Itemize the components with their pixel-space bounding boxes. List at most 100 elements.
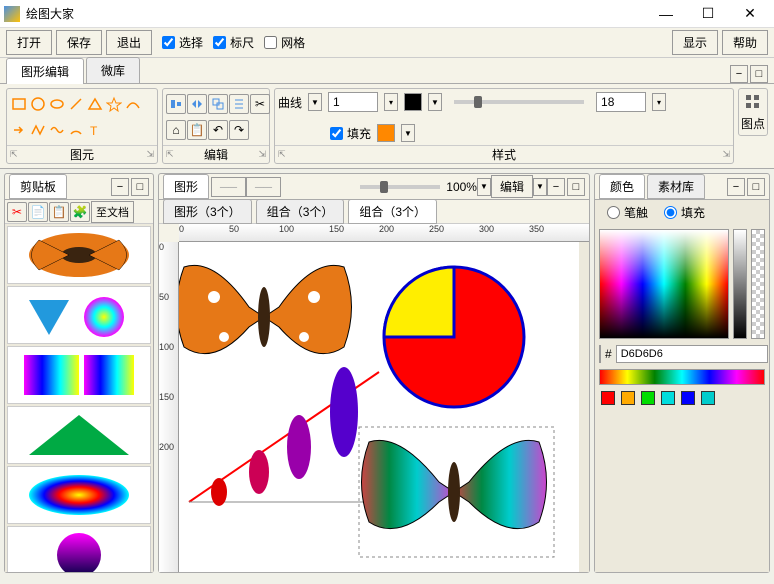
expand-icon[interactable]: ⇲ xyxy=(722,149,730,160)
shape-curve[interactable] xyxy=(124,95,142,113)
zoom-dropdown[interactable]: ▼ xyxy=(477,178,491,196)
shape-text[interactable]: T xyxy=(86,121,104,139)
swatch[interactable] xyxy=(701,391,715,405)
to-text-button[interactable]: 至文档 xyxy=(91,201,134,223)
expand-icon[interactable]: ⇱ xyxy=(278,149,286,160)
stroke-color[interactable] xyxy=(404,93,422,111)
clip-item[interactable] xyxy=(7,286,151,344)
gradient-strip[interactable] xyxy=(599,369,765,385)
clip-item[interactable] xyxy=(7,466,151,524)
fill-color-dropdown[interactable]: ▼ xyxy=(401,124,415,142)
canvas-tab[interactable]: 组合（3个） xyxy=(348,199,437,224)
shape-polyline[interactable] xyxy=(29,121,47,139)
ruler-checkbox[interactable]: 标尺 xyxy=(213,34,254,51)
clip-item[interactable] xyxy=(7,346,151,404)
arrange-icon[interactable] xyxy=(229,94,249,114)
panel-collapse-button[interactable]: − xyxy=(730,65,748,83)
shape-line[interactable] xyxy=(67,95,85,113)
panel-max-button[interactable]: □ xyxy=(747,178,765,196)
color-tab[interactable]: 颜色 xyxy=(599,174,645,199)
lightness-slider[interactable] xyxy=(733,229,747,339)
exit-button[interactable]: 退出 xyxy=(106,30,152,55)
brush-radio[interactable]: 笔触 xyxy=(607,204,648,221)
help-button[interactable]: 帮助 xyxy=(722,30,768,55)
flip-h-icon[interactable] xyxy=(187,94,207,114)
undo-icon[interactable]: ↶ xyxy=(208,120,228,140)
expand-icon[interactable]: ⇱ xyxy=(166,149,174,160)
material-tab[interactable]: 素材库 xyxy=(647,174,705,199)
line-width-stepper[interactable]: ▾ xyxy=(384,93,398,111)
panel-min-button[interactable]: − xyxy=(111,178,129,196)
maximize-button[interactable]: ☐ xyxy=(688,2,728,26)
clip-item[interactable] xyxy=(7,226,151,284)
expand-icon[interactable]: ⇱ xyxy=(10,149,18,160)
clip-item[interactable] xyxy=(7,526,151,572)
current-color[interactable] xyxy=(599,345,601,363)
color-field[interactable] xyxy=(599,229,729,339)
tab-micro-lib[interactable]: 微库 xyxy=(86,57,140,83)
line-width-input[interactable]: 1 xyxy=(328,92,378,112)
clipboard-tab[interactable]: 剪贴板 xyxy=(9,174,67,199)
panel-min-button[interactable]: − xyxy=(727,178,745,196)
disabled-btn-2: ── xyxy=(246,177,281,197)
select-checkbox[interactable]: 选择 xyxy=(162,34,203,51)
shape-arc[interactable] xyxy=(67,121,85,139)
panel-max-button[interactable]: □ xyxy=(131,178,149,196)
zoom-slider[interactable] xyxy=(360,185,440,189)
panel-min-button[interactable]: − xyxy=(547,178,565,196)
attach-icon[interactable]: 🧩 xyxy=(70,202,90,222)
minimize-button[interactable]: — xyxy=(646,2,686,26)
swatch[interactable] xyxy=(601,391,615,405)
clip-item[interactable] xyxy=(7,406,151,464)
fill-color[interactable] xyxy=(377,124,395,142)
cut-icon[interactable]: ✂ xyxy=(7,202,27,222)
align-left-icon[interactable] xyxy=(166,94,186,114)
swatch[interactable] xyxy=(621,391,635,405)
border-width-input[interactable]: 18 xyxy=(596,92,646,112)
canvas-tab[interactable]: 组合（3个） xyxy=(256,199,345,224)
canvas[interactable] xyxy=(179,242,579,572)
alpha-slider[interactable] xyxy=(751,229,765,339)
expand-icon[interactable]: ⇲ xyxy=(258,149,266,160)
hex-input[interactable] xyxy=(616,345,768,363)
paste-icon[interactable]: 📋 xyxy=(49,202,69,222)
app-icon xyxy=(4,6,20,22)
paste-icon[interactable]: 📋 xyxy=(187,120,207,140)
curve-dropdown[interactable]: ▼ xyxy=(308,93,322,111)
grid-checkbox[interactable]: 网格 xyxy=(264,34,305,51)
expand-icon[interactable]: ⇲ xyxy=(146,149,154,160)
group-icon[interactable] xyxy=(208,94,228,114)
panel-max-button[interactable]: □ xyxy=(567,178,585,196)
fill-radio[interactable]: 填充 xyxy=(664,204,705,221)
shape-rect[interactable] xyxy=(10,95,28,113)
tab-shape-edit[interactable]: 图形编辑 xyxy=(6,58,84,84)
shape-wave[interactable] xyxy=(48,121,66,139)
ribbon-edit: ✂ ⌂ 📋 ↶ ↷ ⇱编辑⇲ xyxy=(162,88,270,164)
shape-star[interactable] xyxy=(105,95,123,113)
shape-triangle[interactable] xyxy=(86,95,104,113)
shape-arrow[interactable] xyxy=(10,121,28,139)
swatch[interactable] xyxy=(681,391,695,405)
image-dot-button[interactable]: 图点 xyxy=(738,88,768,136)
display-button[interactable]: 显示 xyxy=(672,30,718,55)
canvas-title-tab[interactable]: 图形 xyxy=(163,174,209,199)
edit-dropdown[interactable]: ▼ xyxy=(533,178,547,196)
stroke-color-dropdown[interactable]: ▼ xyxy=(428,93,442,111)
open-button[interactable]: 打开 xyxy=(6,30,52,55)
shape-ellipse[interactable] xyxy=(48,95,66,113)
redo-icon[interactable]: ↷ xyxy=(229,120,249,140)
shape-circle[interactable] xyxy=(29,95,47,113)
swatch[interactable] xyxy=(661,391,675,405)
canvas-tab[interactable]: 图形（3个） xyxy=(163,199,252,224)
copy-icon[interactable]: 📄 xyxy=(28,202,48,222)
panel-expand-button[interactable]: □ xyxy=(750,65,768,83)
home-icon[interactable]: ⌂ xyxy=(166,120,186,140)
cut-icon[interactable]: ✂ xyxy=(250,94,270,114)
border-width-stepper[interactable]: ▾ xyxy=(652,93,666,111)
edit-button[interactable]: 编辑 xyxy=(491,175,533,198)
swatch[interactable] xyxy=(641,391,655,405)
close-button[interactable]: ✕ xyxy=(730,2,770,26)
fill-checkbox[interactable]: 填充 xyxy=(330,125,371,142)
opacity-slider[interactable] xyxy=(454,100,584,104)
save-button[interactable]: 保存 xyxy=(56,30,102,55)
